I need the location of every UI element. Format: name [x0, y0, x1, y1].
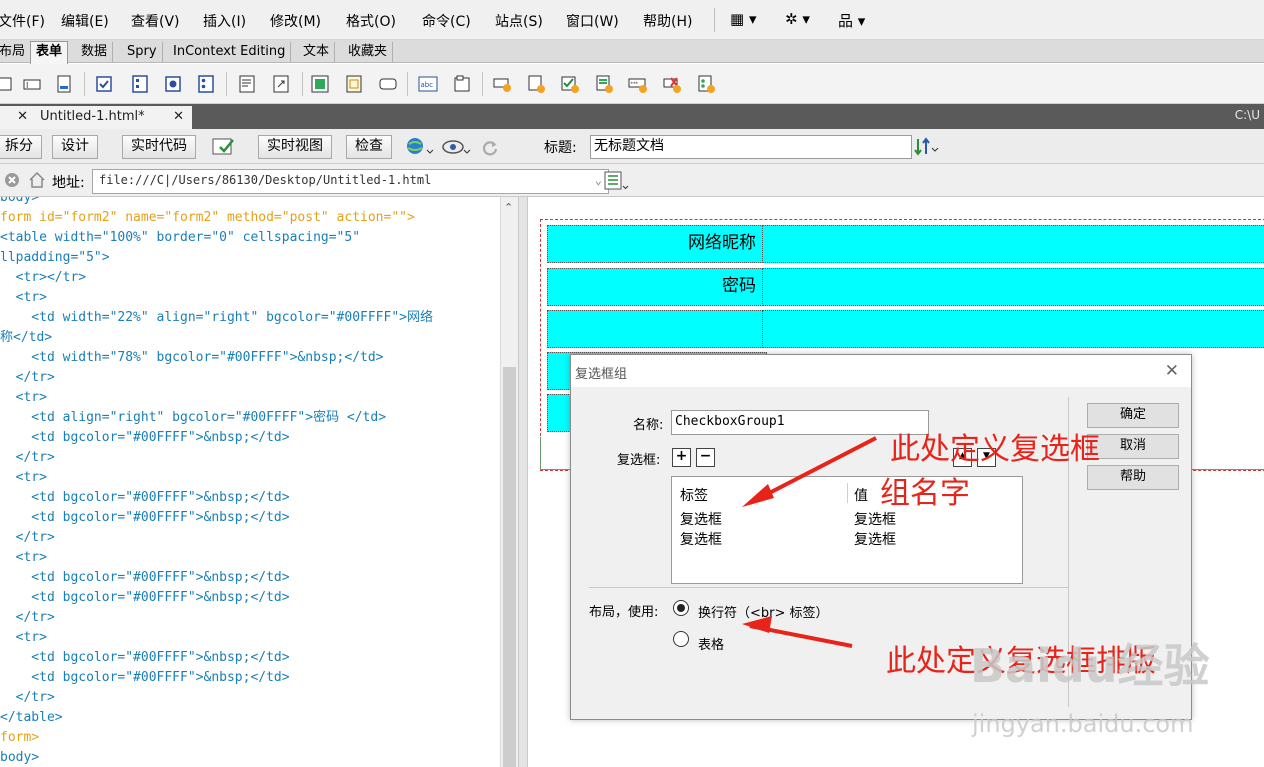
watermark-url: jingyan.baidu.com	[972, 710, 1194, 738]
watermark-logo: Baidu经验	[970, 639, 1210, 693]
annotation-name-line2: 组名字	[880, 476, 970, 511]
annotation-name-line1: 此处定义复选框	[890, 432, 1100, 467]
annotation-arrow-name-head	[742, 484, 774, 507]
annotation-arrow-layout-head	[742, 616, 772, 633]
